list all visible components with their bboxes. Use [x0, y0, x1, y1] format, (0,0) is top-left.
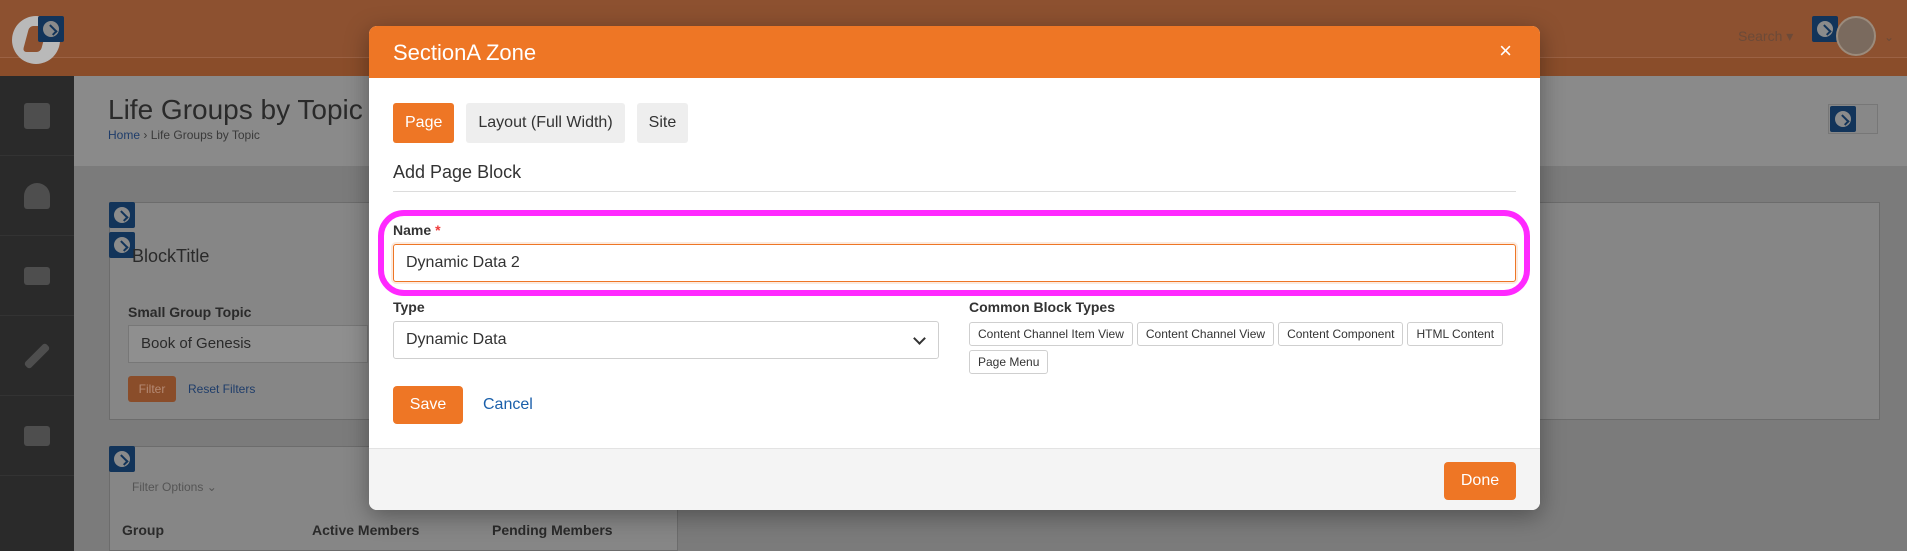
cancel-button[interactable]: Cancel [483, 396, 533, 414]
common-block-types-label: Common Block Types [969, 299, 1115, 315]
block-config-icon[interactable] [38, 16, 64, 42]
required-marker: * [435, 222, 441, 238]
column-header-group[interactable]: Group [122, 522, 164, 538]
type-select-value: Dynamic Data [406, 331, 507, 348]
avatar[interactable] [1836, 16, 1876, 56]
nav-item-admin[interactable] [0, 396, 74, 476]
modal-footer: Done [369, 448, 1540, 510]
tab-page[interactable]: Page [393, 103, 455, 143]
chevron-down-icon [913, 332, 926, 345]
type-select[interactable]: Dynamic Data [393, 321, 939, 359]
block-title: BlockTitle [132, 246, 210, 266]
breadcrumb-current: Life Groups by Topic [150, 128, 260, 142]
search-dropdown[interactable]: Search ▾ [1738, 28, 1793, 45]
tab-layout[interactable]: Layout (Full Width) [466, 103, 625, 143]
common-block-types: Content Channel Item View Content Channe… [969, 322, 1529, 374]
name-field[interactable] [393, 244, 1516, 282]
breadcrumb: Home › Life Groups by Topic [108, 128, 260, 142]
page-title: Life Groups by Topic [108, 94, 363, 125]
name-label: Name * [393, 222, 441, 238]
block-config-icon[interactable] [1812, 16, 1838, 42]
tab-site[interactable]: Site [636, 103, 689, 143]
done-button[interactable]: Done [1444, 462, 1516, 500]
nav-item-content[interactable] [0, 76, 74, 156]
modal-header: SectionA Zone × [369, 26, 1540, 78]
chevron-down-icon[interactable]: ⌄ [1884, 30, 1894, 44]
block-type-content-channel-item-view[interactable]: Content Channel Item View [969, 322, 1133, 346]
breadcrumb-home[interactable]: Home [108, 128, 140, 142]
briefcase-icon [24, 425, 50, 446]
block-config-icon[interactable] [109, 202, 135, 228]
section-title: Add Page Block [393, 162, 522, 182]
nav-item-people[interactable] [0, 156, 74, 236]
block-type-content-component[interactable]: Content Component [1278, 322, 1404, 346]
filter-options-toggle[interactable]: Filter Options ⌄ [132, 480, 217, 494]
block-type-html-content[interactable]: HTML Content [1407, 322, 1504, 346]
column-header-pending-members[interactable]: Pending Members [492, 522, 613, 538]
zone-tabs: Page Layout (Full Width) Site [393, 103, 689, 143]
reset-filters-link[interactable]: Reset Filters [188, 382, 255, 396]
name-label-text: Name [393, 222, 432, 238]
money-icon [24, 266, 50, 285]
breadcrumb-separator: › [143, 128, 148, 142]
block-type-content-channel-view[interactable]: Content Channel View [1136, 322, 1275, 346]
topic-select[interactable]: Book of Genesis [128, 325, 368, 363]
modal-title: SectionA Zone [393, 40, 537, 65]
save-button[interactable]: Save [393, 386, 463, 424]
person-icon [24, 182, 50, 209]
divider [393, 191, 1516, 192]
book-icon [24, 102, 50, 129]
block-config-icon[interactable] [1830, 106, 1856, 132]
filter-label: Small Group Topic [128, 304, 252, 320]
block-config-icon[interactable] [109, 446, 135, 472]
nav-item-tools[interactable] [0, 316, 74, 396]
zone-modal: SectionA Zone × Page Layout (Full Width)… [369, 26, 1540, 510]
block-type-page-menu[interactable]: Page Menu [969, 350, 1049, 374]
column-header-active-members[interactable]: Active Members [312, 522, 419, 538]
left-nav [0, 76, 74, 551]
wrench-icon [23, 342, 51, 369]
nav-item-finance[interactable] [0, 236, 74, 316]
filter-button[interactable]: Filter [128, 376, 176, 402]
close-icon[interactable]: × [1499, 38, 1512, 64]
type-label: Type [393, 299, 425, 315]
